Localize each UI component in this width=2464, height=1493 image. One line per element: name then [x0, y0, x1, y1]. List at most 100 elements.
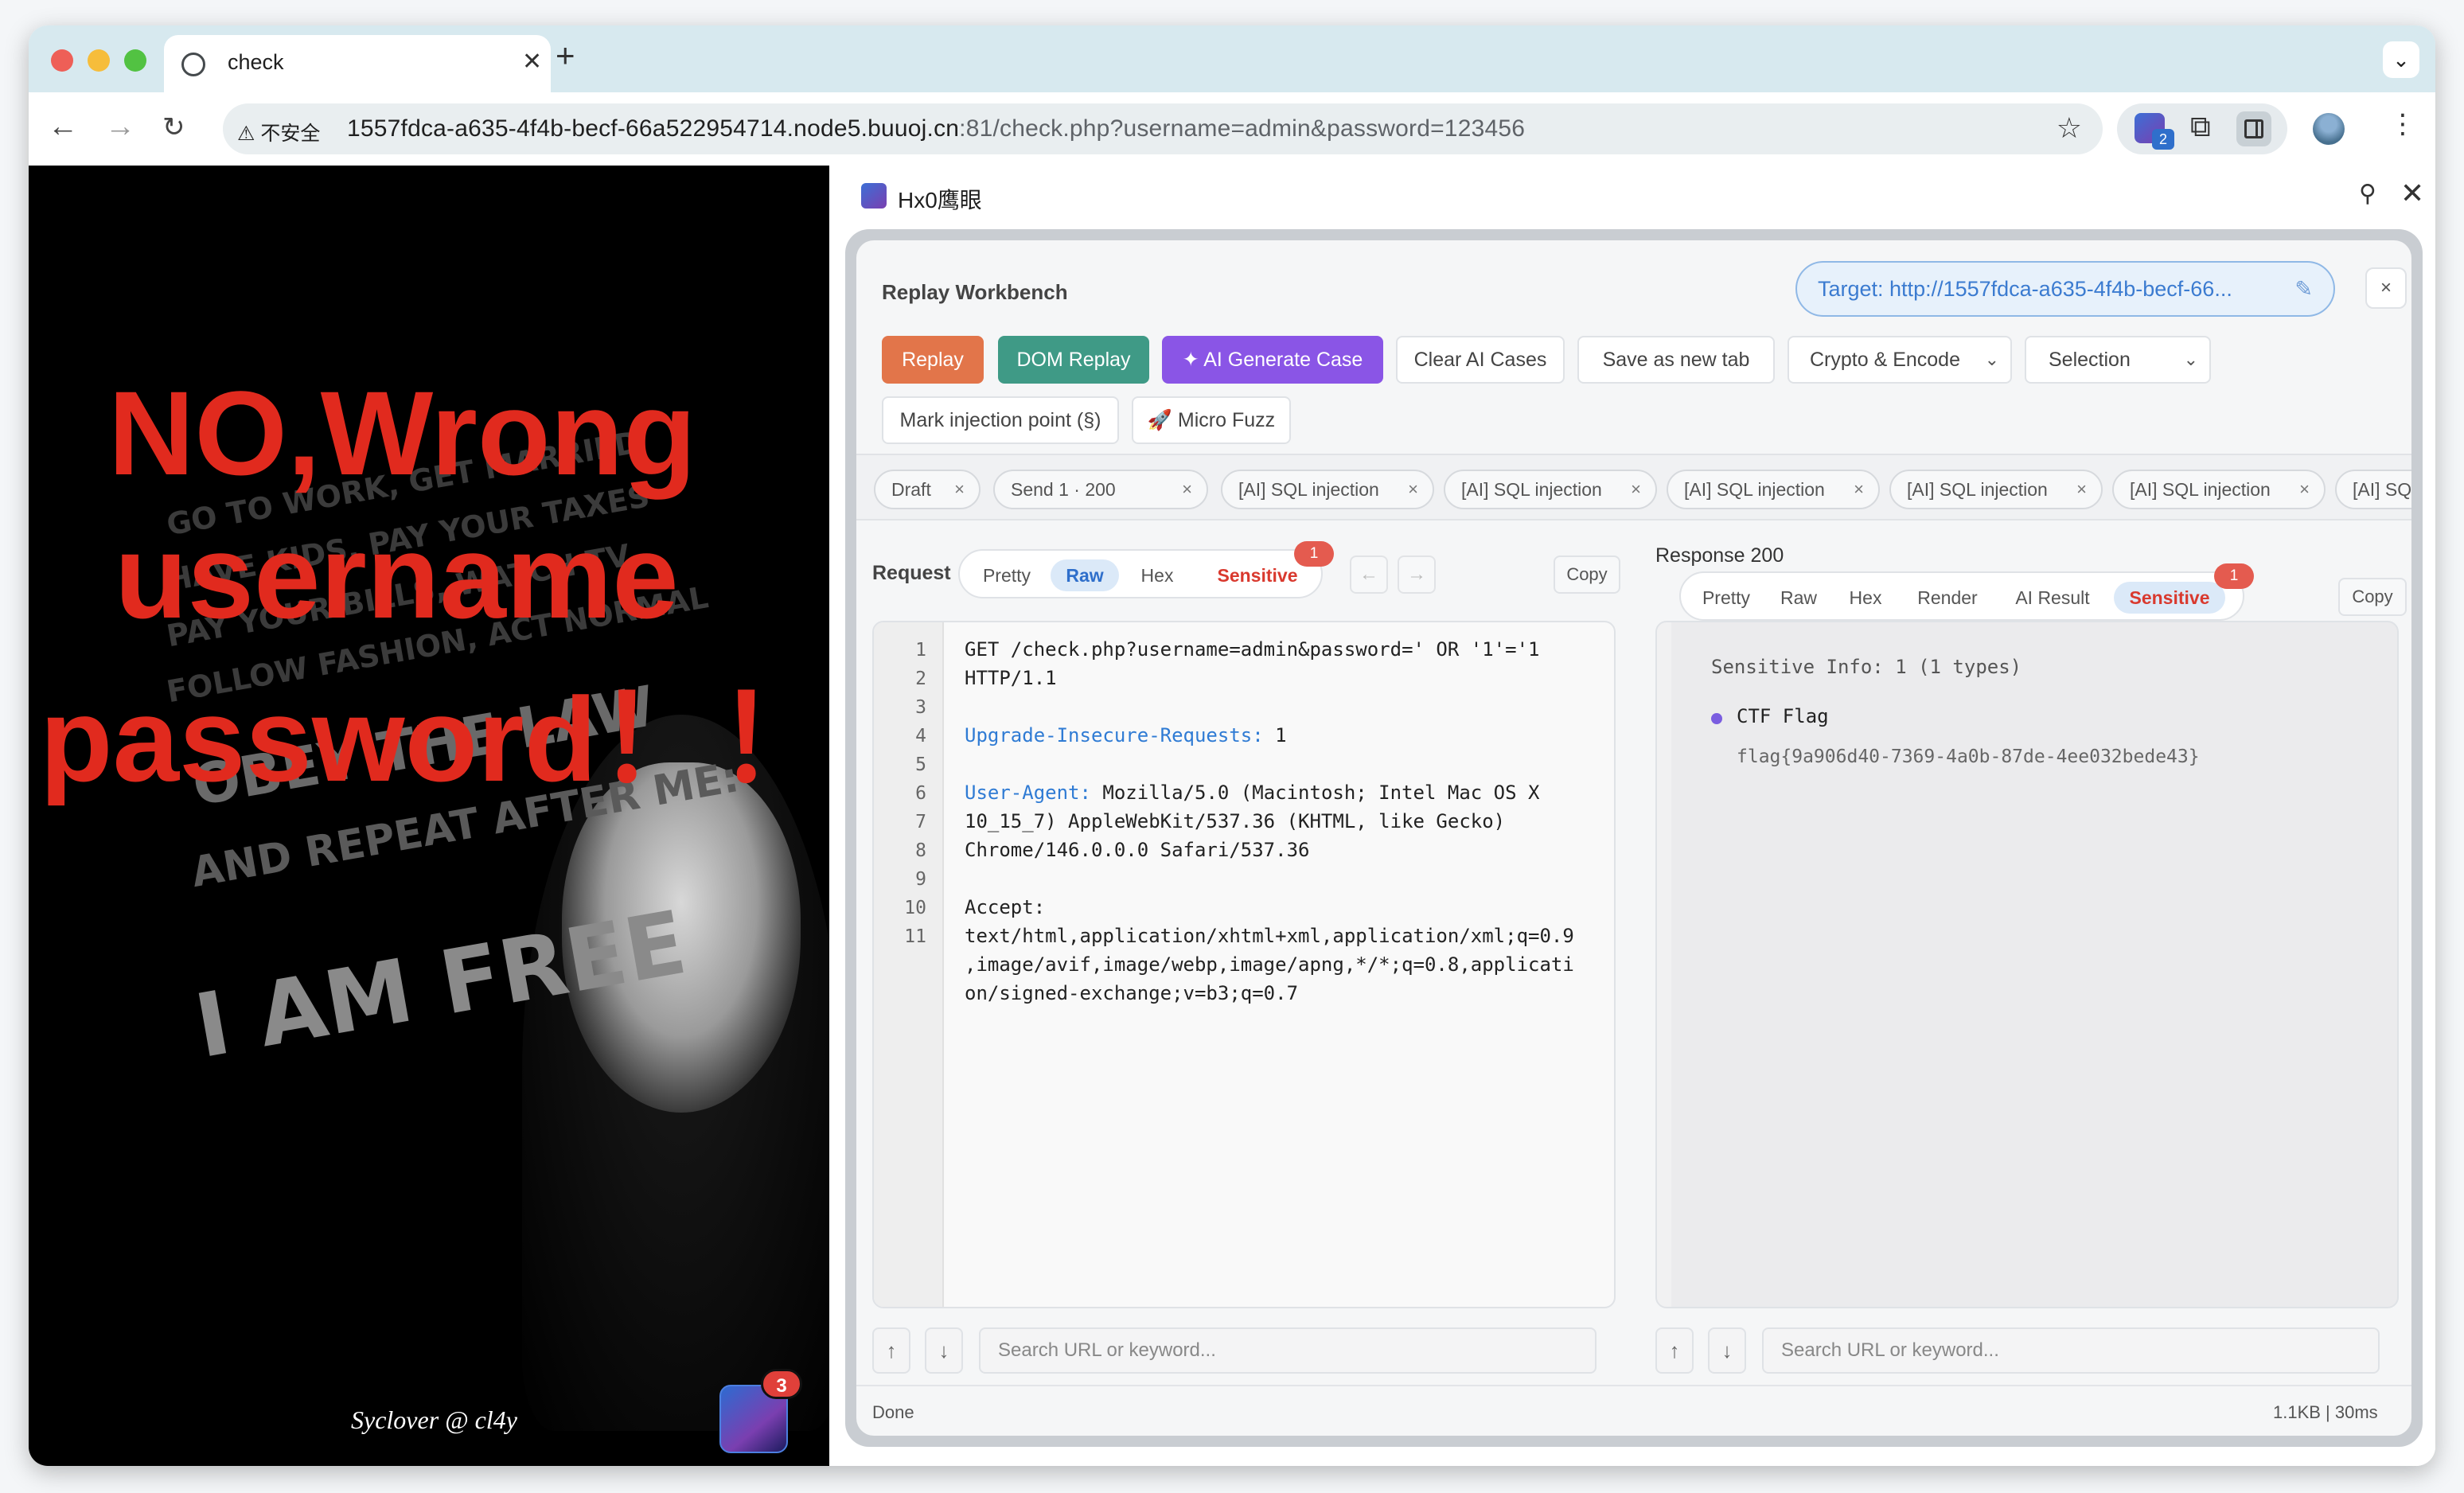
header-key: Upgrade-Insecure-Requests:	[965, 724, 1264, 746]
tab-ai-result[interactable]: AI Result	[2001, 582, 2104, 614]
sidepanel-icon[interactable]	[2236, 111, 2271, 146]
workbench-close-button[interactable]: ×	[2365, 267, 2407, 309]
case-chip[interactable]: Send 1 · 200 ×	[993, 470, 1208, 509]
case-chip-label: [AI] SQL injection	[2130, 479, 2271, 500]
chevron-down-icon: ⌄	[2183, 349, 2198, 369]
search-down-button[interactable]: ↓	[925, 1327, 963, 1374]
insecure-indicator[interactable]: ⚠ 不安全	[237, 118, 320, 146]
case-chip[interactable]: [AI] SQL injection ×	[2112, 470, 2326, 509]
line-number: 10	[904, 898, 926, 918]
next-arrow-button[interactable]: →	[1398, 555, 1436, 594]
tab-sensitive[interactable]: Sensitive	[2114, 582, 2225, 614]
case-chip[interactable]: [AI] SQL inje	[2335, 470, 2411, 509]
clear-ai-cases-button[interactable]: Clear AI Cases	[1396, 336, 1565, 384]
tab-hex[interactable]: Hex	[1124, 559, 1191, 591]
micro-fuzz-button[interactable]: 🚀 Micro Fuzz	[1132, 396, 1291, 444]
selection-label: Selection	[2049, 349, 2131, 371]
crypto-encode-select[interactable]: Crypto & Encode ⌄	[1788, 336, 2012, 384]
new-tab-button[interactable]: +	[556, 37, 575, 75]
signature-text: Syclover @ cl4y	[351, 1405, 517, 1434]
selection-select[interactable]: Selection ⌄	[2025, 336, 2211, 384]
request-search-input[interactable]: Search URL or keyword...	[979, 1327, 1597, 1374]
error-text-line2: username	[115, 509, 679, 643]
kebab-icon[interactable]: ⋮	[2389, 108, 2416, 140]
chip-close-icon[interactable]: ×	[1631, 471, 1641, 508]
star-icon[interactable]: ☆	[2057, 111, 2082, 145]
chip-close-icon[interactable]: ×	[1408, 471, 1418, 508]
case-chip[interactable]: [AI] SQL injection ×	[1221, 470, 1434, 509]
chip-close-icon[interactable]: ×	[1854, 471, 1864, 508]
response-copy-button[interactable]: Copy	[2338, 578, 2407, 616]
ai-generate-case-button[interactable]: ✦ AI Generate Case	[1162, 336, 1383, 384]
search-down-button[interactable]: ↓	[1708, 1327, 1746, 1374]
forward-icon[interactable]: →	[105, 110, 135, 144]
minimize-window-button[interactable]	[88, 49, 110, 72]
chip-close-icon[interactable]: ×	[2076, 471, 2087, 508]
case-chip[interactable]: [AI] SQL injection ×	[1889, 470, 2103, 509]
header-key: User-Agent:	[965, 782, 1091, 804]
case-chip-label: [AI] SQL inje	[2353, 479, 2411, 500]
browser-window: check ✕ + ⌄ ← → ↻ ⚠ 不安全 1557fdca-a635-4f…	[29, 25, 2435, 1466]
edit-icon[interactable]: ✎	[2294, 263, 2313, 315]
search-up-button[interactable]: ↑	[1655, 1327, 1694, 1374]
header-value: 1	[1263, 724, 1287, 746]
side-panel-close-icon[interactable]: ✕	[2400, 177, 2424, 210]
case-chip[interactable]: [AI] SQL injection ×	[1444, 470, 1657, 509]
unpin-icon[interactable]: ⚲	[2359, 180, 2376, 208]
url-text[interactable]: 1557fdca-a635-4f4b-becf-66a522954714.nod…	[347, 115, 1525, 142]
mark-injection-point-button[interactable]: Mark injection point (§)	[882, 396, 1119, 444]
tab-raw[interactable]: Raw	[1051, 559, 1119, 591]
reload-icon[interactable]: ↻	[162, 111, 185, 143]
avatar[interactable]	[2313, 113, 2345, 145]
dom-replay-button[interactable]: DOM Replay	[998, 336, 1149, 384]
tab-check[interactable]: check ✕	[164, 35, 551, 92]
url-host: 1557fdca-a635-4f4b-becf-66a522954714.nod…	[347, 115, 960, 142]
line-number: 2	[915, 669, 926, 689]
extension-badge: 2	[2152, 129, 2174, 150]
chip-close-icon[interactable]: ×	[2299, 471, 2310, 508]
close-window-button[interactable]	[51, 49, 73, 72]
case-chip[interactable]: [AI] SQL injection ×	[1667, 470, 1880, 509]
request-editor[interactable]: 1 2 3 4 5 6 7 8 9 10 11 GET /check.php?u…	[872, 621, 1616, 1308]
footer-divider	[856, 1385, 2411, 1386]
puzzle-icon[interactable]: ⧉	[2190, 110, 2211, 144]
tab-title: check	[228, 50, 284, 74]
prev-arrow-button[interactable]: ←	[1350, 555, 1388, 594]
response-body: Sensitive Info: 1 (1 types) CTF Flag fla…	[1655, 621, 2399, 1308]
response-search-input[interactable]: Search URL or keyword...	[1762, 1327, 2380, 1374]
maximize-window-button[interactable]	[124, 49, 146, 72]
tab-strip: check ✕ + ⌄	[29, 25, 2435, 92]
line-number-gutter: 1 2 3 4 5 6 7 8 9 10 11	[874, 622, 944, 1307]
error-text-line3: password！！	[40, 672, 829, 806]
save-as-new-tab-button[interactable]: Save as new tab	[1577, 336, 1775, 384]
code-line: GET /check.php?username=admin&password='…	[965, 638, 1540, 661]
header-key: Accept:	[965, 896, 1046, 918]
search-up-button[interactable]: ↑	[872, 1327, 910, 1374]
back-icon[interactable]: ←	[48, 110, 78, 144]
replay-workbench: Replay Workbench Target: http://1557fdca…	[856, 240, 2411, 1436]
request-view-tabs: Pretty Raw Hex Sensitive	[958, 549, 1323, 598]
address-bar[interactable]: ⚠ 不安全 1557fdca-a635-4f4b-becf-66a5229547…	[223, 103, 2103, 154]
chip-close-icon[interactable]: ×	[954, 471, 965, 508]
line-number: 8	[915, 840, 926, 861]
target-field[interactable]: Target: http://1557fdca-a635-4f4b-becf-6…	[1795, 261, 2335, 317]
tab-close-icon[interactable]: ✕	[522, 48, 542, 76]
case-chip[interactable]: Draft ×	[874, 470, 981, 509]
flag-value[interactable]: flag{9a906d40-7369-4a0b-87de-4ee032bede4…	[1737, 746, 2200, 767]
replay-button[interactable]: Replay	[882, 336, 984, 384]
tab-render[interactable]: Render	[1904, 582, 1991, 614]
error-text-line1: NO,Wrong	[108, 366, 696, 500]
chevron-down-icon[interactable]: ⌄	[2383, 41, 2419, 78]
tab-pretty[interactable]: Pretty	[971, 559, 1043, 591]
request-copy-button[interactable]: Copy	[1554, 555, 1620, 594]
sensitive-item-title: CTF Flag	[1737, 705, 1829, 727]
code-line: HTTP/1.1	[965, 667, 1057, 689]
response-view-tabs: Pretty Raw Hex Render AI Result Sensitiv…	[1679, 571, 2244, 621]
line-number: 5	[915, 754, 926, 775]
line-number: 11	[904, 926, 926, 947]
chip-close-icon[interactable]: ×	[1182, 471, 1192, 508]
line-number: 7	[915, 812, 926, 832]
tab-raw[interactable]: Raw	[1768, 582, 1829, 614]
tab-hex[interactable]: Hex	[1837, 582, 1894, 614]
tab-pretty[interactable]: Pretty	[1692, 582, 1760, 614]
